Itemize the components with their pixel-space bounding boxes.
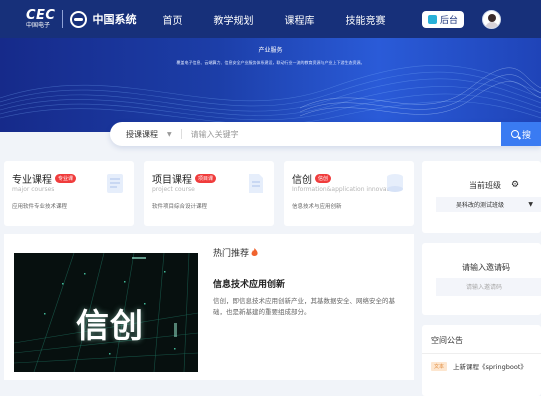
card-title: 信创 bbox=[292, 175, 312, 186]
card-tag: 项目课 bbox=[195, 174, 217, 183]
main-nav: 首页 教学规划 课程库 技能竞赛 bbox=[162, 12, 416, 27]
search-button-label: 搜 bbox=[522, 130, 532, 141]
banner-subtitle: 覆盖电子信息、云端算力、信息安全产业服务体系建设，联动行业一流的教育资源与产业上… bbox=[176, 60, 365, 65]
class-select-value: 吴科改的测试班级 bbox=[456, 202, 505, 209]
card-english-name: major courses bbox=[12, 186, 55, 193]
card-description: 应用软件专业技术课程 bbox=[12, 204, 68, 210]
card-description: 软件项目综合设计课程 bbox=[152, 204, 208, 210]
space-notice-panel: 空间公告 文本 上新课程《springboot》 bbox=[422, 325, 541, 396]
search-input[interactable] bbox=[190, 129, 481, 139]
nav-item-skill-competition[interactable]: 技能竞赛 bbox=[345, 12, 385, 27]
hot-heading-label: 热门推荐 bbox=[213, 249, 250, 259]
current-class-title: 当前班级 bbox=[469, 181, 501, 190]
banner-title: 产业服务 bbox=[258, 47, 283, 54]
invite-code-title: 请输入邀请码 bbox=[462, 263, 510, 272]
cec-logo-text: CEC bbox=[26, 8, 56, 23]
caret-down-icon: ▼ bbox=[528, 201, 533, 208]
document-icon bbox=[249, 174, 263, 193]
hot-image-text: 信创 bbox=[76, 306, 144, 345]
cec-logo: CEC 中国电子 bbox=[26, 9, 55, 29]
database-icon bbox=[387, 174, 403, 192]
notice-tag: 文本 bbox=[431, 361, 448, 371]
card-xinchuang[interactable]: 信创 信创 Information&application innovation… bbox=[284, 161, 414, 226]
chevron-down-icon: ▼ bbox=[167, 130, 172, 138]
hot-course-image[interactable]: 信创 bbox=[14, 253, 198, 372]
notice-text: 上新课程《springboot》 bbox=[453, 363, 527, 371]
card-tag: 信创 bbox=[315, 174, 332, 183]
invite-code-panel: 请输入邀请码 bbox=[422, 243, 541, 315]
nav-item-course-library[interactable]: 课程库 bbox=[284, 12, 314, 27]
notice-item[interactable]: 文本 上新课程《springboot》 bbox=[431, 361, 527, 371]
top-navbar: CEC 中国电子 中国系统 首页 教学规划 课程库 技能竞赛 后台 bbox=[0, 0, 541, 38]
fire-icon bbox=[251, 248, 258, 256]
hero-banner: 产业服务 覆盖电子信息、云端算力、信息安全产业服务体系建设，联动行业一流的教育资… bbox=[0, 38, 541, 132]
notice-title: 空间公告 bbox=[431, 336, 463, 345]
card-tag: 专业课 bbox=[55, 174, 77, 183]
nav-item-home[interactable]: 首页 bbox=[162, 12, 182, 27]
card-title: 专业课程 bbox=[12, 175, 52, 186]
card-english-name: Information&application innovation bbox=[292, 186, 399, 193]
search-divider bbox=[180, 129, 182, 139]
partner-logo-icon bbox=[70, 10, 88, 28]
brand-logos[interactable]: CEC 中国电子 中国系统 bbox=[26, 9, 136, 29]
partner-logo-text: 中国系统 bbox=[92, 13, 137, 26]
cec-logo-subtitle: 中国电子 bbox=[26, 22, 51, 29]
class-select[interactable]: 吴科改的测试班级 ▼ bbox=[436, 197, 541, 212]
notice-divider bbox=[422, 353, 541, 354]
backend-button[interactable]: 后台 bbox=[422, 11, 464, 28]
invite-code-input[interactable] bbox=[436, 278, 541, 296]
hot-heading: 热门推荐 bbox=[213, 246, 258, 259]
card-project-courses[interactable]: 项目课程 项目课 project course 软件项目综合设计课程 bbox=[144, 161, 274, 226]
hot-recommendation: 信创 热门推荐 信息技术应用创新 信创，即信息技术应用创新产业，其基数据安全、网… bbox=[4, 234, 414, 380]
user-avatar[interactable] bbox=[482, 10, 501, 29]
card-english-name: project course bbox=[152, 186, 195, 193]
partner-logo: 中国系统 bbox=[70, 10, 137, 28]
search-category-select[interactable]: 授课课程 bbox=[126, 129, 158, 140]
hot-course-description: 信创，即信息技术应用创新产业，其基数据安全、网络安全的基础，也是新基建的重要组成… bbox=[213, 297, 395, 316]
search-icon bbox=[511, 130, 519, 138]
backend-button-label: 后台 bbox=[439, 16, 458, 26]
card-description: 信息技术与应用创新 bbox=[292, 204, 342, 210]
search-bar: 授课课程 ▼ 搜 bbox=[110, 122, 541, 146]
gear-icon[interactable]: ⚙ bbox=[511, 180, 519, 190]
backend-cube-icon bbox=[427, 15, 437, 24]
page-bottom bbox=[4, 380, 414, 396]
brand-divider bbox=[62, 10, 64, 28]
search-button[interactable]: 搜 bbox=[501, 122, 541, 146]
current-class-panel: 当前班级 ⚙ 吴科改的测试班级 ▼ bbox=[422, 161, 541, 233]
nav-item-teaching-plan[interactable]: 教学规划 bbox=[213, 12, 253, 27]
hot-course-title[interactable]: 信息技术应用创新 bbox=[213, 277, 285, 290]
card-title: 项目课程 bbox=[152, 175, 192, 186]
card-major-courses[interactable]: 专业课程 专业课 major courses 应用软件专业技术课程 bbox=[4, 161, 134, 226]
book-icon bbox=[107, 174, 123, 193]
